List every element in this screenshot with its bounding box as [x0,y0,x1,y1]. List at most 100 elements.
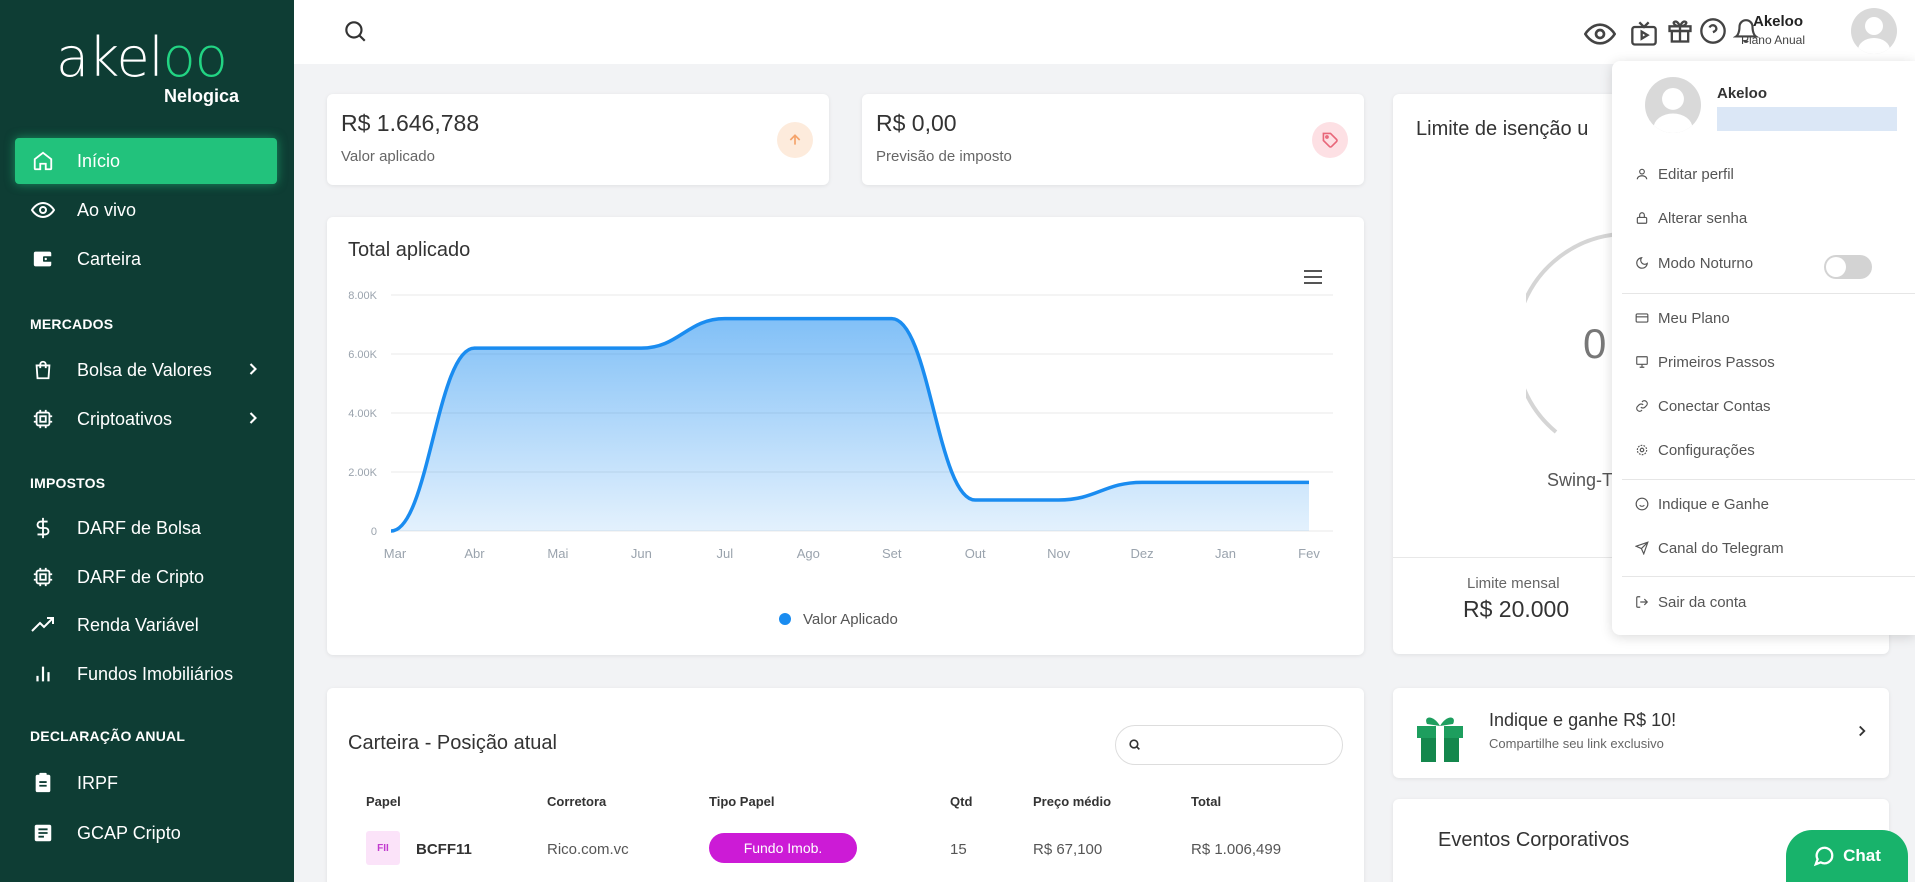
menu-item-indique-ganhe[interactable]: Indique e Ganhe [1634,493,1769,515]
avatar [1645,77,1701,133]
sidebar-item-fundos[interactable]: Fundos Imobiliários [15,651,277,697]
avatar[interactable] [1851,8,1897,54]
y-tick-label: 4.00K [348,408,377,420]
x-tick-label: Mar [384,546,407,561]
divider [1622,479,1915,480]
email-placeholder-bar [1717,107,1897,131]
sidebar-item-label: Bolsa de Valores [77,359,212,380]
tv-play-icon[interactable] [1630,20,1658,48]
column-header[interactable]: Total [1191,794,1221,809]
bar-chart-icon [31,662,55,686]
sidebar-item-bolsa[interactable]: Bolsa de Valores [15,347,277,393]
user-name[interactable]: Akeloo [1753,13,1803,30]
sidebar-item-label: IRPF [77,772,119,793]
stat-label: Valor aplicado [341,148,435,165]
sidebar-item-ao-vivo[interactable]: Ao vivo [15,187,277,233]
sidebar-item-irpf[interactable]: IRPF [15,760,277,806]
y-tick-label: 6.00K [348,349,377,361]
gauge-value: 0 [1583,320,1607,367]
sidebar-item-darf-bolsa[interactable]: DARF de Bolsa [15,505,277,551]
x-tick-label: Dez [1131,546,1154,561]
section-title-mercados: MERCADOS [30,316,114,332]
menu-item-sair[interactable]: Sair da conta [1634,591,1746,613]
stat-card-valor-aplicado: R$ 1.646,788 Valor aplicado [327,94,829,185]
chevron-right-icon [243,359,263,384]
presentation-icon [1634,355,1650,369]
user-dropdown-menu: Akeloo Editar perfil Alterar senha Modo … [1612,61,1915,635]
menu-item-primeiros-passos[interactable]: Primeiros Passos [1634,351,1775,373]
menu-item-modo-noturno[interactable]: Modo Noturno [1634,252,1753,274]
y-tick-label: 8.00K [348,290,377,302]
menu-item-alterar-senha[interactable]: Alterar senha [1634,207,1747,229]
x-tick-label: Mai [547,546,568,561]
table-cell-qtd: 15 [950,841,967,858]
sidebar-item-carteira[interactable]: Carteira [15,236,277,282]
logout-icon [1634,595,1650,609]
divider [1622,576,1915,577]
shopping-bag-icon [31,358,55,382]
chip-icon [31,407,55,431]
eye-icon [31,198,55,222]
menu-item-meu-plano[interactable]: Meu Plano [1634,307,1730,329]
sidebar-item-label: Início [77,150,121,171]
sidebar-item-gcap[interactable]: GCAP Cripto [15,810,277,856]
search-icon[interactable] [342,18,368,49]
column-header[interactable]: Preço médio [1033,794,1111,809]
credit-card-icon [1634,311,1650,325]
carteira-title: Carteira - Posição atual [348,732,557,754]
sidebar-item-renda-variavel[interactable]: Renda Variável [15,602,277,648]
sidebar-item-darf-cripto[interactable]: DARF de Cripto [15,554,277,600]
isencao-title: Limite de isenção u [1416,118,1589,140]
x-tick-label: Abr [464,546,485,561]
eye-icon[interactable] [1584,18,1616,50]
logo-wordmark: akeloo [56,26,228,89]
legend-marker [779,613,791,625]
column-header[interactable]: Papel [366,794,401,809]
gauge-label: Swing-T [1547,470,1614,490]
sidebar-item-inicio[interactable]: Início [15,138,277,184]
user-icon [1634,167,1650,181]
dark-mode-toggle[interactable] [1824,255,1872,279]
column-header[interactable]: Corretora [547,794,606,809]
logo[interactable]: akeloo Nelogica [56,26,246,107]
menu-item-telegram[interactable]: Canal do Telegram [1634,537,1784,559]
smile-icon [1634,497,1650,511]
gift-icon[interactable] [1666,17,1694,45]
chip-icon [31,565,55,589]
sidebar-item-criptoativos[interactable]: Criptoativos [15,396,277,442]
sidebar-item-label: Criptoativos [77,408,173,429]
chat-button[interactable]: Chat [1786,830,1908,882]
x-tick-label: Set [882,546,902,561]
fii-badge: FII [366,831,400,865]
limit-value: R$ 20.000 [1463,596,1570,622]
user-plan: Plano Anual [1740,33,1805,47]
dollar-icon [31,516,55,540]
menu-item-conectar-contas[interactable]: Conectar Contas [1634,395,1771,417]
menu-item-configuracoes[interactable]: Configurações [1634,439,1755,461]
y-tick-label: 0 [371,526,377,538]
link-icon [1634,399,1650,413]
column-header[interactable]: Qtd [950,794,972,809]
stat-value: R$ 1.646,788 [341,110,480,136]
x-tick-label: Jun [631,546,652,561]
search-icon [1128,738,1141,756]
menu-item-editar-perfil[interactable]: Editar perfil [1634,163,1734,185]
stat-card-previsao-imposto: R$ 0,00 Previsão de imposto [862,94,1364,185]
carteira-search-input[interactable] [1115,725,1343,765]
indique-card[interactable]: Indique e ganhe R$ 10! Compartilhe seu l… [1393,688,1889,778]
tag-icon [1312,122,1348,158]
sidebar-item-label: Ao vivo [77,199,137,220]
limit-label: Limite mensal [1467,575,1560,592]
column-header[interactable]: Tipo Papel [709,794,775,809]
divider [1622,293,1915,294]
table-cell-corretora: Rico.com.vc [547,841,629,858]
table-cell-papel[interactable]: BCFF11 [416,841,472,858]
settings-icon [1634,443,1650,457]
stat-value: R$ 0,00 [876,110,957,136]
x-tick-label: Fev [1298,546,1320,561]
help-icon[interactable] [1699,17,1727,45]
x-tick-label: Out [965,546,986,561]
topbar: Akeloo Plano Anual [294,0,1915,64]
clipboard-icon [31,771,55,795]
section-title-declaracao: DECLARAÇÃO ANUAL [30,728,186,744]
